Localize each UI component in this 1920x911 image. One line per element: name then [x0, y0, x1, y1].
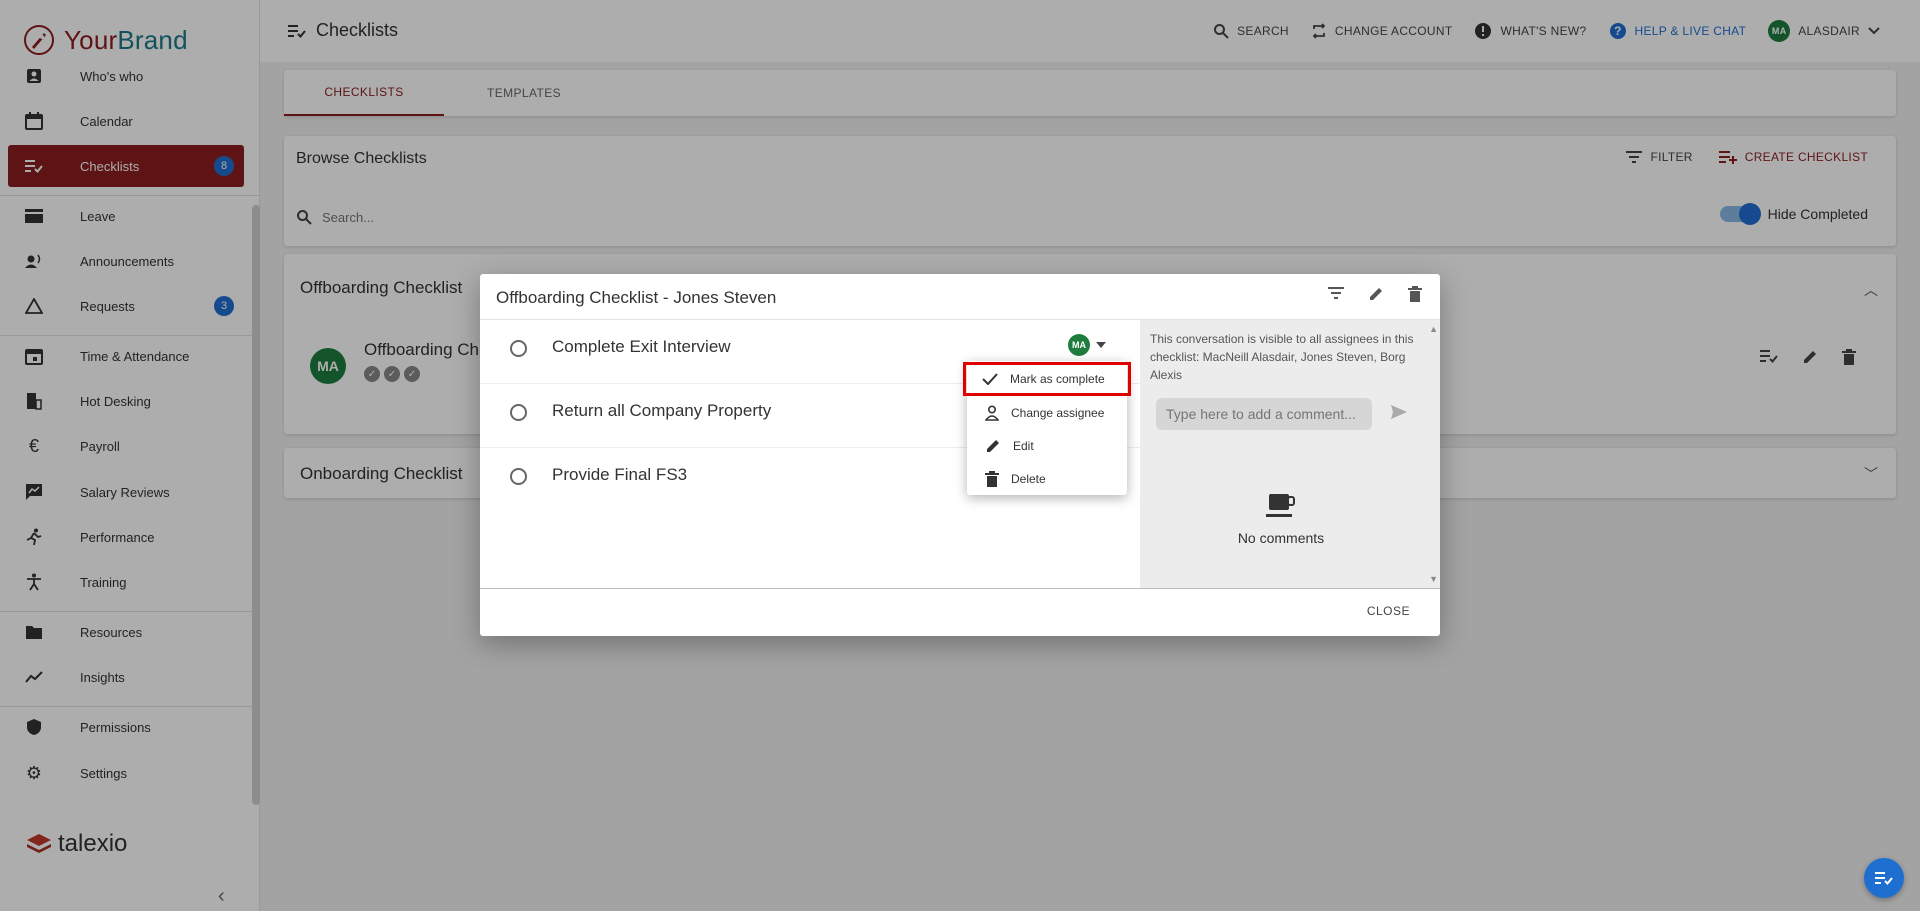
- item-label[interactable]: Complete Exit Interview: [552, 337, 731, 357]
- mark-as-complete-menu-item[interactable]: Mark as complete: [963, 362, 1131, 396]
- change-assignee-menu-item[interactable]: Change assignee: [967, 397, 1127, 429]
- close-button[interactable]: CLOSE: [1367, 604, 1410, 618]
- delete-icon: [985, 471, 999, 487]
- scroll-down-arrow-icon[interactable]: ▼: [1429, 574, 1438, 584]
- person-icon: [985, 405, 999, 421]
- dialog-title: Offboarding Checklist - Jones Steven: [496, 288, 777, 307]
- item-label[interactable]: Return all Company Property: [552, 401, 771, 421]
- avatar: MA: [1068, 334, 1090, 356]
- assignee-dropdown[interactable]: MA: [1068, 334, 1106, 356]
- delete-icon[interactable]: [1408, 286, 1422, 307]
- send-icon[interactable]: [1390, 404, 1408, 425]
- menu-item-label: Edit: [1013, 439, 1034, 453]
- edit-icon: [987, 440, 999, 452]
- delete-menu-item[interactable]: Delete: [967, 463, 1127, 495]
- comment-input[interactable]: [1156, 398, 1372, 430]
- edit-menu-item[interactable]: Edit: [967, 430, 1127, 462]
- menu-item-label: Delete: [1011, 472, 1046, 486]
- scroll-up-arrow-icon[interactable]: ▲: [1429, 324, 1438, 334]
- filter-icon[interactable]: [1328, 286, 1344, 307]
- floating-checklist-button[interactable]: [1864, 858, 1904, 898]
- caret-down-icon: [1096, 342, 1106, 348]
- menu-item-label: Change assignee: [1011, 406, 1105, 420]
- item-context-menu: Mark as complete Change assignee Edit De…: [963, 361, 1131, 495]
- edit-icon[interactable]: [1368, 286, 1384, 307]
- check-icon: [982, 373, 998, 385]
- checklist-icon: [1875, 872, 1893, 885]
- comments-panel: This conversation is visible to all assi…: [1140, 320, 1440, 588]
- item-checkbox[interactable]: [510, 340, 527, 357]
- coffee-cup-icon: [1266, 492, 1296, 525]
- menu-item-label: Mark as complete: [1010, 372, 1105, 386]
- item-checkbox[interactable]: [510, 468, 527, 485]
- checklist-dialog: Offboarding Checklist - Jones Steven Com…: [480, 274, 1440, 636]
- comments-visibility-note: This conversation is visible to all assi…: [1150, 332, 1414, 382]
- no-comments-text: No comments: [1237, 530, 1325, 546]
- item-label[interactable]: Provide Final FS3: [552, 465, 687, 485]
- item-checkbox[interactable]: [510, 404, 527, 421]
- divider: [480, 588, 1440, 589]
